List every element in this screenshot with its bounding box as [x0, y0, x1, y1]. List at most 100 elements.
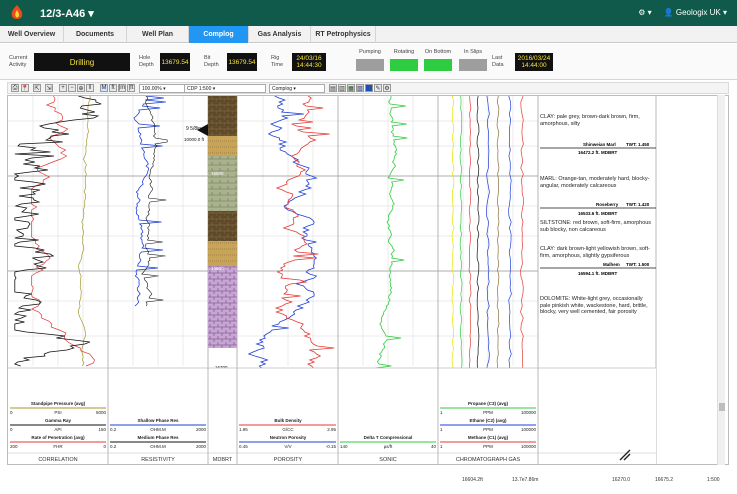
- pumping-indicator: [356, 59, 384, 71]
- tab-well-overview[interactable]: Well Overview: [0, 26, 64, 43]
- zoom-out-icon[interactable]: −: [68, 84, 76, 92]
- lithology-note: SILTSTONE: red brown, soft-firm, amorpho…: [540, 220, 652, 233]
- curve-unit: FHR: [53, 444, 63, 449]
- curve-unit: PSI: [54, 410, 61, 415]
- grid-lines-horizontal: [8, 120, 538, 337]
- current-activity-label: Current Activity: [9, 55, 28, 68]
- user-menu[interactable]: 👤 Geologix UK ▾: [664, 8, 727, 17]
- settings-icon[interactable]: ⚙: [383, 84, 391, 92]
- layout-dark-icon[interactable]: [365, 84, 373, 92]
- curve-min: 0.45: [239, 444, 248, 449]
- shallow-res-curve: [133, 95, 166, 307]
- last-data-time: 14:44:00: [521, 62, 547, 69]
- rig-time-time: 14:44:30: [296, 62, 322, 69]
- edit-pencil-icon[interactable]: ✎: [374, 84, 382, 92]
- curve-min: 1.95: [239, 427, 248, 432]
- curve-max: -0.15: [326, 444, 337, 449]
- zoom-select[interactable]: 100.00% ▾: [139, 84, 185, 93]
- curve-unit: OHM.M: [150, 444, 166, 449]
- track-title-mdbrt: MDBRT: [213, 457, 233, 463]
- tab-well-plan[interactable]: Well Plan: [127, 26, 189, 43]
- last-data-value: 2016/03/24 14:44:00: [515, 53, 553, 71]
- grid-major-lines: [8, 175, 538, 272]
- rig-time-date: 24/03/16: [296, 55, 322, 62]
- track-title-resistivity: RESISTIVITY: [141, 457, 175, 463]
- gas-curve-3: [468, 95, 472, 385]
- curve-unit: PPM: [483, 427, 493, 432]
- curve-unit: PPM: [483, 444, 493, 449]
- curve-header-gamma: Gamma Ray: [45, 418, 72, 423]
- app-logo-icon[interactable]: [9, 4, 25, 22]
- curve-min: 140: [340, 444, 348, 449]
- tab-rt-petrophysics[interactable]: RT Petrophysics: [311, 26, 376, 43]
- hole-depth-value: 13679.54: [160, 53, 190, 71]
- casing-depth-label: 10000.0 ft: [184, 137, 205, 142]
- grid-lines: [32, 96, 539, 366]
- hole-depth-label: Hole Depth: [139, 55, 154, 68]
- print-icon[interactable]: ⎙: [11, 84, 19, 92]
- template-select[interactable]: CDP 1:500 ▾: [184, 84, 266, 93]
- status-footer: 16604.2ft 13.7e7.86m 16270.0 16675.2 1:5…: [7, 476, 729, 485]
- unit-ft-button[interactable]: ft: [109, 84, 117, 92]
- bit-depth-label: Bit Depth: [204, 55, 219, 68]
- curve-max: 100000: [521, 427, 537, 432]
- bit-depth-value: 13679.54: [227, 53, 257, 71]
- depth-label-16600: 16600: [211, 266, 224, 271]
- app-header: 12/3-A46 ▾ ⚙ ▾ 👤 Geologix UK ▾: [0, 0, 737, 26]
- log-scrollbar[interactable]: [717, 95, 725, 465]
- unit-m-bar-button[interactable]: |m: [118, 84, 126, 92]
- density-curve: [274, 95, 335, 387]
- zoom-in-icon[interactable]: +: [59, 84, 67, 92]
- well-selector[interactable]: 12/3-A46 ▾: [40, 7, 94, 20]
- pause-icon[interactable]: ‖: [86, 84, 94, 92]
- unit-ft-bar-button[interactable]: |ft: [127, 84, 135, 92]
- formation-top-depth: 16533.6 ft. MDBRT: [578, 211, 618, 216]
- settings-gear-icon[interactable]: ⚙ ▾: [638, 8, 651, 17]
- layout-blue-icon[interactable]: ▧: [356, 84, 364, 92]
- complog-viewer[interactable]: 9 5/8in 10000.0 ft 16500 16600 16700 CLA…: [7, 95, 729, 465]
- formation-top-name: Roseberry: [596, 202, 619, 207]
- curve-max: 150: [98, 427, 106, 432]
- lithology-column: [208, 96, 237, 348]
- tab-documents[interactable]: Documents: [64, 26, 127, 43]
- page-add-icon[interactable]: ▥: [338, 84, 346, 92]
- formation-top-depth: 16594.1 ft. MDBRT: [578, 271, 618, 276]
- gas-curve-2: [459, 95, 463, 385]
- tab-complog[interactable]: Complog: [189, 26, 249, 43]
- curve-max: 2.95: [327, 427, 336, 432]
- curve-header-methane: Methane (C1) (avg): [468, 435, 509, 440]
- gas-curve-8: [520, 95, 524, 385]
- view-select[interactable]: Complog ▾: [269, 84, 325, 93]
- curve-max: 2000: [196, 427, 207, 432]
- rig-status-bar: Current Activity Drilling Hole Depth 136…: [0, 44, 737, 80]
- curve-max: 5000: [96, 410, 107, 415]
- formation-top-twt: TWT: 1.420: [626, 202, 650, 207]
- page-icon[interactable]: ▤: [329, 84, 337, 92]
- delta-t-curve: [374, 96, 408, 387]
- unit-m-button[interactable]: M: [100, 84, 108, 92]
- rop-curve: [30, 95, 95, 367]
- export-icon[interactable]: ⇱: [33, 84, 41, 92]
- layout-green-icon[interactable]: ▦: [347, 84, 355, 92]
- on-bottom-label: On Bottom: [424, 49, 452, 55]
- scrollbar-thumb[interactable]: [719, 403, 725, 411]
- header-band: [8, 368, 656, 464]
- curve-min: 0.2: [110, 427, 117, 432]
- formation-top-name: Shinweian Marl: [583, 142, 616, 147]
- standpipe-curve: [77, 95, 91, 367]
- curve-unit: G/CC: [282, 427, 294, 432]
- tab-gas-analysis[interactable]: Gas Analysis: [249, 26, 311, 43]
- complog-svg: 9 5/8in 10000.0 ft 16500 16600 16700 CLA…: [8, 95, 657, 464]
- curve-max: 40: [431, 444, 437, 449]
- track-title-correlation: CORRELATION: [38, 457, 77, 463]
- gas-curve-1: [451, 95, 455, 384]
- gas-curve-4: [476, 95, 480, 385]
- footer-scale: 1:500: [707, 477, 720, 483]
- pin-icon[interactable]: 📍: [21, 84, 29, 92]
- curve-unit: PPM: [483, 410, 493, 415]
- import-icon[interactable]: ⇲: [45, 84, 53, 92]
- curve-header-delta-t: Delta T Compressional: [364, 435, 413, 440]
- track-title-porosity: POROSITY: [274, 457, 303, 463]
- zoom-fit-icon[interactable]: ⊕: [77, 84, 85, 92]
- gas-curve-7: [508, 95, 512, 385]
